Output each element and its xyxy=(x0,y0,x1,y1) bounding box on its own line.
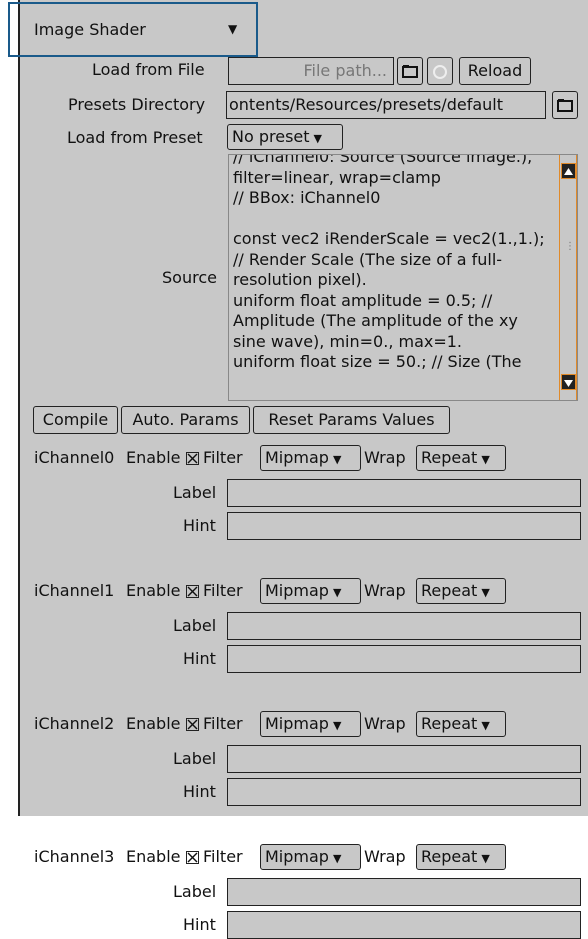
wrap-select-value: Repeat xyxy=(421,714,478,733)
filter-label: Filter xyxy=(203,448,243,467)
enable-checkbox[interactable] xyxy=(186,851,199,864)
channel-name: iChannel0 xyxy=(34,448,115,467)
filter-select[interactable]: Mipmap ▼ xyxy=(260,711,361,737)
source-editor[interactable]: // iChannel0: Source (Source image.), fi… xyxy=(228,154,578,401)
presets-dir-value: ontents/Resources/presets/default xyxy=(229,95,503,114)
presets-dir-label: Presets Directory xyxy=(68,95,206,114)
channel-label-label: Label xyxy=(173,616,217,635)
triangle-down-icon: ▼ xyxy=(313,132,322,145)
triangle-down-icon: ▼ xyxy=(481,852,490,865)
load-file-label: Load from File xyxy=(92,60,205,79)
channel-label-input[interactable] xyxy=(227,878,581,906)
triangle-down-icon: ▼ xyxy=(332,586,342,599)
enable-label: Enable xyxy=(126,847,181,866)
wrap-label: Wrap xyxy=(364,847,406,866)
enable-checkbox[interactable] xyxy=(186,585,199,598)
channel-label-input[interactable] xyxy=(227,479,581,507)
preset-select-value: No preset xyxy=(232,127,310,146)
filter-label: Filter xyxy=(203,714,243,733)
triangle-down-icon: ▼ xyxy=(481,453,490,466)
filter-label: Filter xyxy=(203,581,243,600)
triangle-down-icon: ▼ xyxy=(332,852,342,865)
wrap-select-value: Repeat xyxy=(421,448,478,467)
wrap-label: Wrap xyxy=(364,581,406,600)
channel-name: iChannel3 xyxy=(34,847,115,866)
channel-hint-label: Hint xyxy=(183,516,216,535)
load-preset-label: Load from Preset xyxy=(67,128,203,147)
wrap-select[interactable]: Repeat ▼ xyxy=(416,578,506,604)
scroll-grip-icon[interactable]: ⋮⋮ xyxy=(565,241,577,252)
wrap-label: Wrap xyxy=(364,448,406,467)
enable-checkbox[interactable] xyxy=(186,718,199,731)
enable-label: Enable xyxy=(126,714,181,733)
channel-hint-input[interactable] xyxy=(227,645,581,673)
filter-label: Filter xyxy=(203,847,243,866)
channel-label-input[interactable] xyxy=(227,745,581,773)
enable-label: Enable xyxy=(126,448,181,467)
source-label: Source xyxy=(162,268,217,287)
wrap-select-value: Repeat xyxy=(421,847,478,866)
source-code[interactable]: // iChannel0: Source (Source image.), fi… xyxy=(233,155,553,373)
triangle-down-icon: ▼ xyxy=(332,453,342,466)
filter-select[interactable]: Mipmap ▼ xyxy=(260,844,361,870)
header-highlight xyxy=(8,2,258,57)
filter-select[interactable]: Mipmap ▼ xyxy=(260,578,361,604)
reload-button[interactable]: Reload xyxy=(459,57,531,85)
enable-checkbox[interactable] xyxy=(186,452,199,465)
channel-hint-input[interactable] xyxy=(227,778,581,806)
folder-icon[interactable] xyxy=(552,91,578,119)
filter-select-value: Mipmap xyxy=(265,448,329,467)
channel-label-label: Label xyxy=(173,882,217,901)
file-path-placeholder: File path... xyxy=(303,61,388,80)
channel-label-label: Label xyxy=(173,483,217,502)
channel-hint-input[interactable] xyxy=(227,512,581,540)
channel-name: iChannel1 xyxy=(34,581,115,600)
wrap-select[interactable]: Repeat ▼ xyxy=(416,711,506,737)
triangle-down-icon: ▼ xyxy=(332,719,342,732)
channel-hint-label: Hint xyxy=(183,782,216,801)
preset-select[interactable]: No preset ▼ xyxy=(227,124,343,150)
triangle-down-icon: ▼ xyxy=(481,719,490,732)
compile-button[interactable]: Compile xyxy=(33,406,118,434)
wrap-select-value: Repeat xyxy=(421,581,478,600)
channel-hint-label: Hint xyxy=(183,649,216,668)
reset-params-button[interactable]: Reset Params Values xyxy=(253,406,450,434)
presets-dir-input[interactable]: ontents/Resources/presets/default xyxy=(226,91,546,119)
auto-params-button[interactable]: Auto. Params xyxy=(121,406,250,434)
channel-label-input[interactable] xyxy=(227,612,581,640)
scroll-down-icon[interactable] xyxy=(561,374,576,390)
source-scrollbar[interactable]: ⋮⋮ xyxy=(559,155,577,400)
wrap-select[interactable]: Repeat ▼ xyxy=(416,844,506,870)
filter-select[interactable]: Mipmap ▼ xyxy=(260,445,361,471)
triangle-down-icon: ▼ xyxy=(481,586,490,599)
filter-select-value: Mipmap xyxy=(265,714,329,733)
channel-name: iChannel2 xyxy=(34,714,115,733)
filter-select-value: Mipmap xyxy=(265,581,329,600)
channel-label-label: Label xyxy=(173,749,217,768)
enable-label: Enable xyxy=(126,581,181,600)
scroll-up-icon[interactable] xyxy=(561,163,576,179)
file-path-input[interactable]: File path... xyxy=(228,57,394,85)
wrap-select[interactable]: Repeat ▼ xyxy=(416,445,506,471)
folder-icon[interactable] xyxy=(397,57,423,85)
channel-hint-label: Hint xyxy=(183,915,216,934)
wrap-label: Wrap xyxy=(364,714,406,733)
channel-hint-input[interactable] xyxy=(227,911,581,939)
reset-icon[interactable] xyxy=(427,57,453,85)
filter-select-value: Mipmap xyxy=(265,847,329,866)
